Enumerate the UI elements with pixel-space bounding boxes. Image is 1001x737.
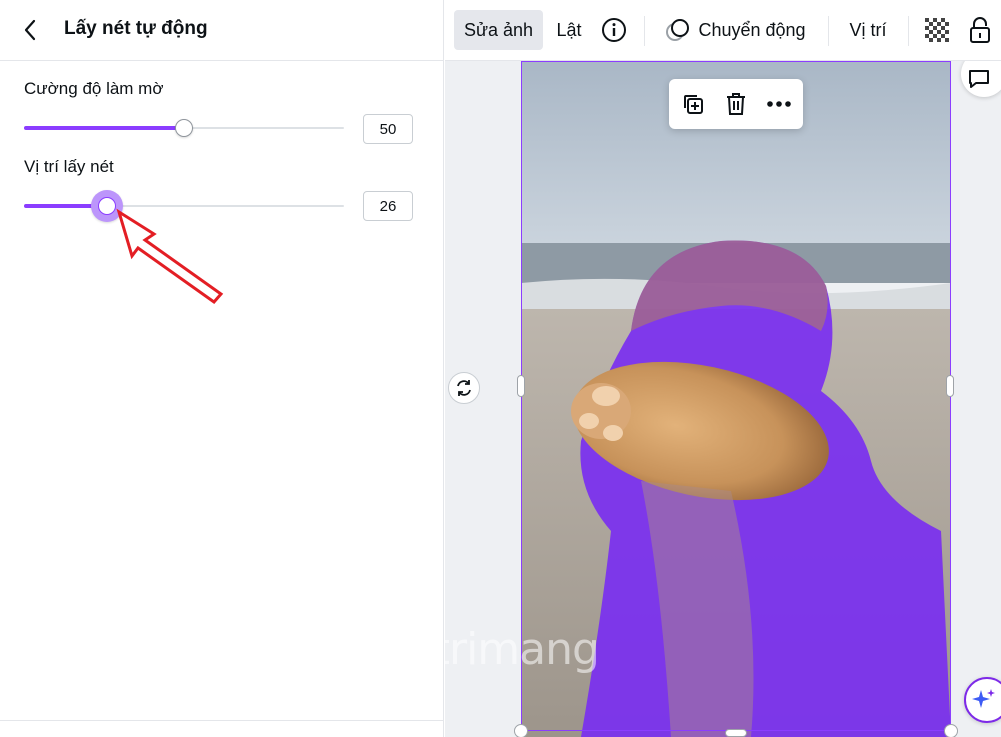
slider-fill <box>24 126 184 130</box>
lock-button[interactable] <box>963 10 997 50</box>
rotate-icon <box>457 380 471 396</box>
info-button[interactable] <box>597 10 631 50</box>
magic-assistant-button[interactable] <box>964 677 1001 723</box>
blur-intensity-value[interactable]: 50 <box>363 114 413 144</box>
animate-label: Chuyển động <box>698 19 806 40</box>
animate-button[interactable]: Chuyển động <box>657 10 813 50</box>
duplicate-icon <box>684 95 703 114</box>
toolbar-separator <box>644 16 645 46</box>
focus-position-label: Vị trí lấy nét <box>24 157 114 176</box>
rotate-button[interactable] <box>448 372 480 404</box>
blur-intensity-label: Cường độ làm mờ <box>24 79 164 98</box>
cat-photo[interactable] <box>521 61 951 737</box>
lock-icon <box>970 17 990 43</box>
slider-thumb[interactable] <box>175 119 193 137</box>
blur-intensity-slider[interactable] <box>24 116 344 140</box>
animate-icon <box>666 19 690 41</box>
resize-corner-bottom-right[interactable] <box>944 724 958 737</box>
comment-icon <box>969 70 989 88</box>
auto-focus-panel: Lấy nét tự động Cường độ làm mờ 50 Vị tr… <box>0 0 444 737</box>
flip-button[interactable]: Lật <box>548 10 590 50</box>
toolbar-separator <box>828 16 829 46</box>
back-button[interactable] <box>16 16 44 44</box>
panel-divider <box>0 720 444 721</box>
annotation-arrow <box>116 208 224 304</box>
top-toolbar: Sửa ảnh Lật Chuyển động Vị trí <box>445 0 1001 61</box>
focus-position-value[interactable]: 26 <box>363 191 413 221</box>
position-button[interactable]: Vị trí <box>840 10 896 50</box>
info-icon <box>602 18 626 42</box>
trash-icon <box>727 93 745 115</box>
canvas-area: uantrimang <box>445 61 1001 737</box>
resize-corner-bottom-left[interactable] <box>514 724 528 737</box>
back-chevron-icon <box>24 19 36 41</box>
more-icon <box>767 101 791 107</box>
panel-header: Lấy nét tự động <box>0 0 444 61</box>
resize-handle-right[interactable] <box>946 375 954 397</box>
resize-handle-left[interactable] <box>517 375 525 397</box>
more-button[interactable] <box>764 89 794 119</box>
toolbar-separator <box>908 16 909 46</box>
comment-button[interactable] <box>961 61 1001 97</box>
transparency-button[interactable] <box>920 10 954 50</box>
editor-window: Lấy nét tự động Cường độ làm mờ 50 Vị tr… <box>0 0 1001 737</box>
panel-title: Lấy nét tự động <box>64 18 208 39</box>
edit-photo-button[interactable]: Sửa ảnh <box>454 10 543 50</box>
resize-handle-bottom[interactable] <box>725 729 747 737</box>
duplicate-button[interactable] <box>678 89 708 119</box>
element-context-menu <box>669 79 803 129</box>
magic-sparkle-icon <box>972 689 995 708</box>
delete-button[interactable] <box>721 89 751 119</box>
transparency-icon <box>925 18 949 42</box>
